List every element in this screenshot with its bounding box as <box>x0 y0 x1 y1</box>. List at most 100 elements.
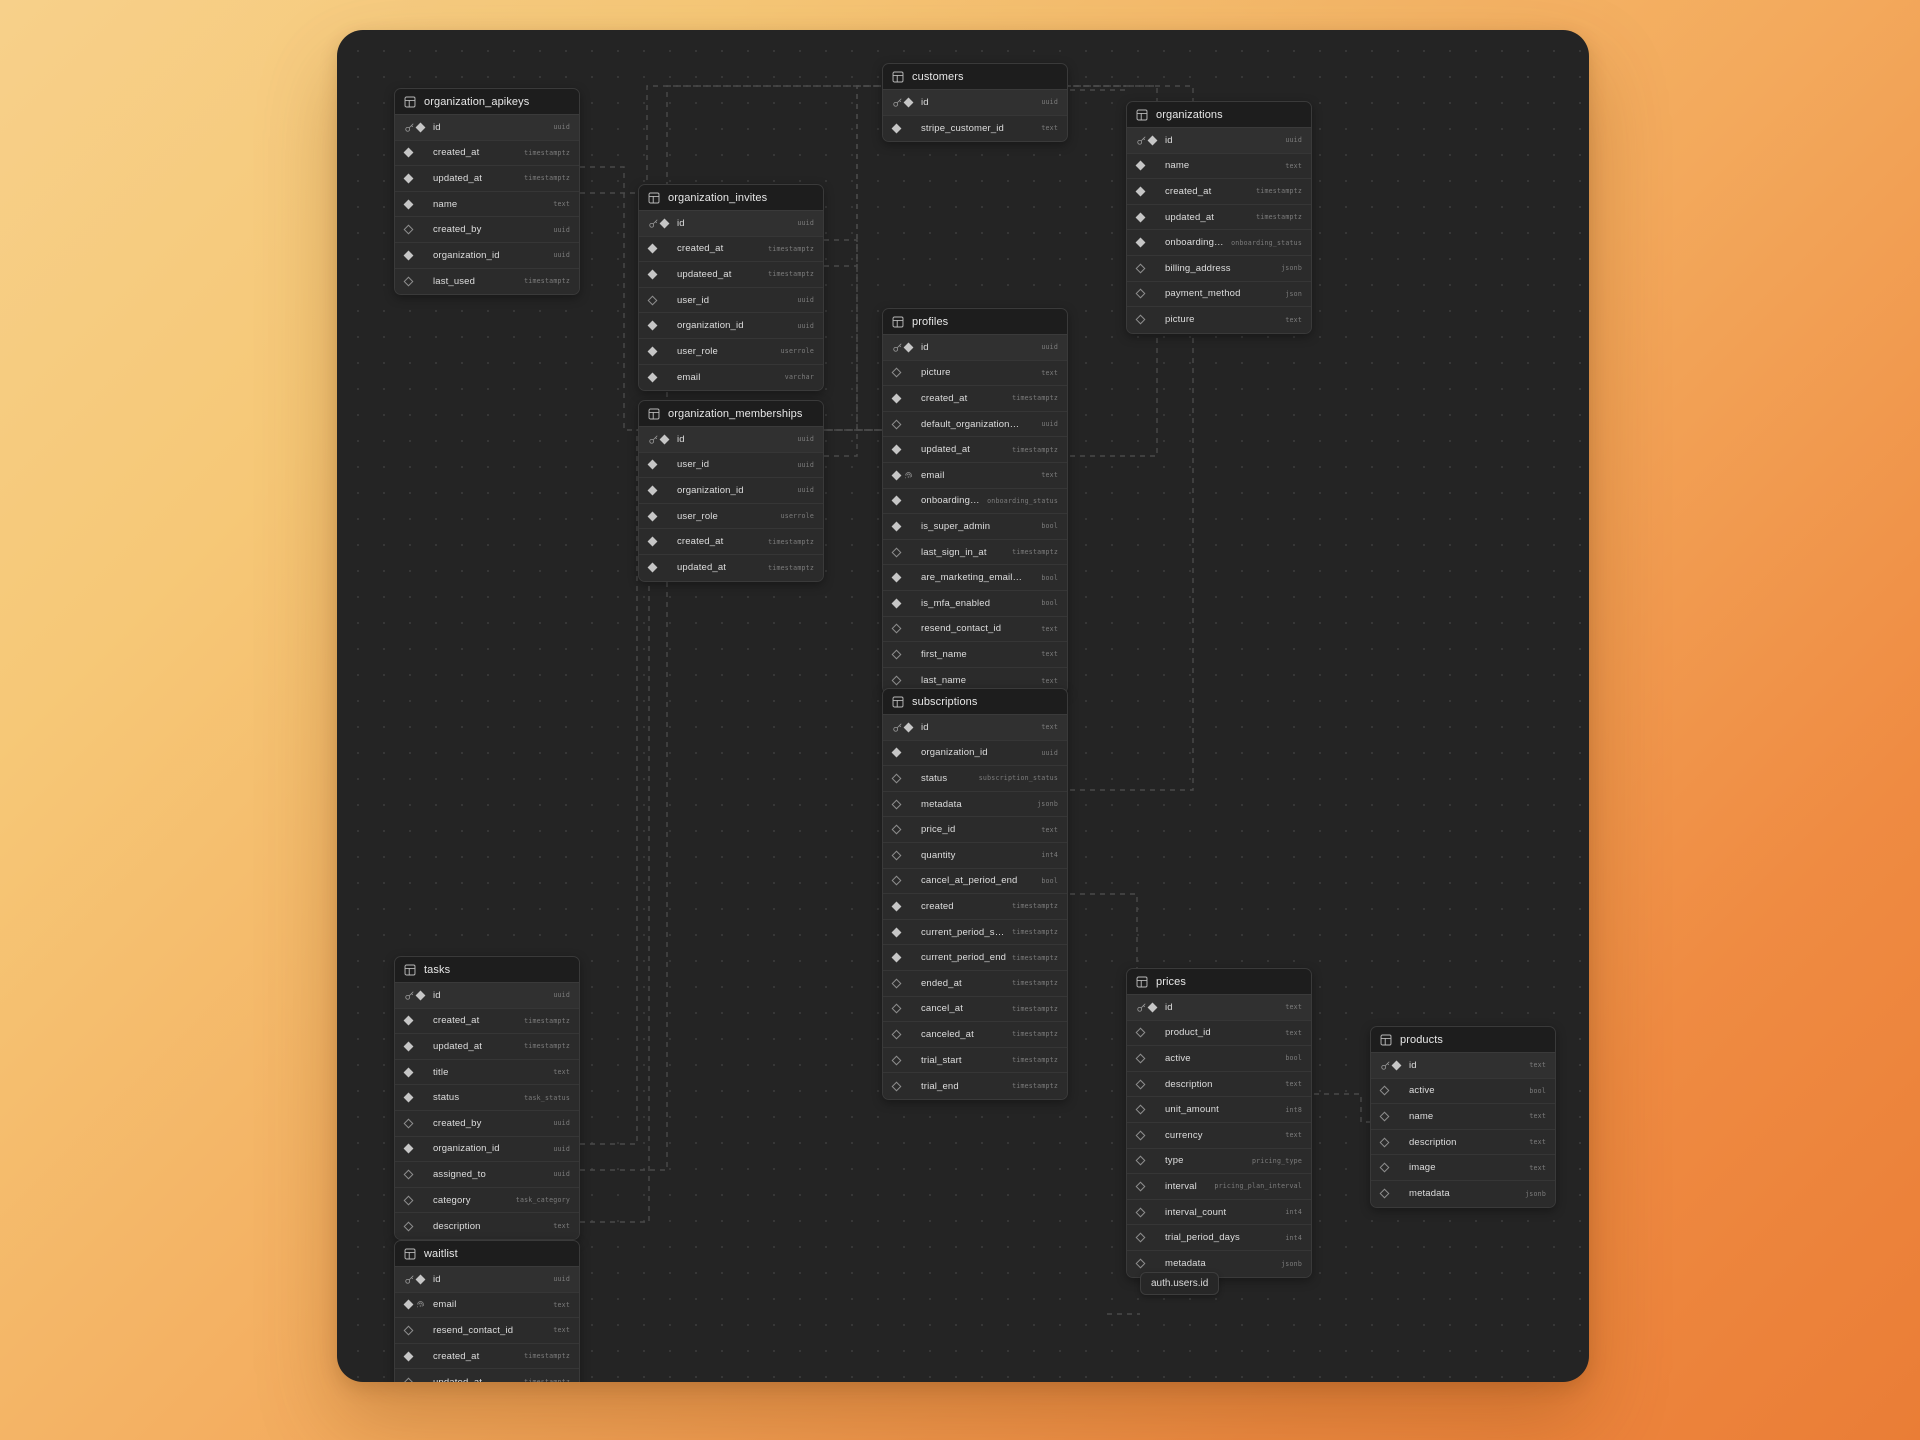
column-row[interactable]: are_marketing_email… bool <box>883 565 1067 591</box>
table-header[interactable]: prices <box>1127 969 1311 995</box>
table-card-organization_invites[interactable]: organization_invites id uuid created_at time… <box>638 184 824 392</box>
column-row[interactable]: unit_amount int8 <box>1127 1097 1311 1123</box>
column-row[interactable]: created_at timestamptz <box>395 1008 579 1035</box>
column-row[interactable]: created_at timestamptz <box>395 140 579 167</box>
column-row[interactable]: is_super_admin bool <box>883 514 1067 540</box>
column-row[interactable]: name text <box>395 191 579 218</box>
column-row[interactable]: id uuid <box>395 115 579 141</box>
column-row[interactable]: organization_id uuid <box>395 242 579 269</box>
table-header[interactable]: products <box>1371 1027 1555 1053</box>
column-row[interactable]: interval pricing_plan_interval <box>1127 1174 1311 1200</box>
column-row[interactable]: resend_contact_id text <box>883 616 1067 643</box>
column-row[interactable]: organization_id uuid <box>639 478 823 504</box>
column-row[interactable]: last_used timestamptz <box>395 268 579 295</box>
table-header[interactable]: organization_memberships <box>639 401 823 427</box>
table-header[interactable]: customers <box>883 64 1067 90</box>
column-row[interactable]: id uuid <box>395 1267 579 1293</box>
table-header[interactable]: profiles <box>883 309 1067 335</box>
column-row[interactable]: description text <box>1127 1071 1311 1098</box>
column-row[interactable]: email varchar <box>639 364 823 391</box>
column-row[interactable]: id uuid <box>1127 128 1311 154</box>
table-header[interactable]: waitlist <box>395 1241 579 1267</box>
table-card-products[interactable]: products id text active bool name text descript… <box>1370 1026 1556 1208</box>
column-row[interactable]: name text <box>1127 153 1311 180</box>
column-row[interactable]: assigned_to uuid <box>395 1162 579 1188</box>
column-row[interactable]: organization_id uuid <box>639 313 823 339</box>
column-row[interactable]: user_id uuid <box>639 287 823 314</box>
column-row[interactable]: default_organization… uuid <box>883 411 1067 438</box>
column-row[interactable]: product_id text <box>1127 1020 1311 1047</box>
table-card-prices[interactable]: prices id text product_id text active bool desc… <box>1126 968 1312 1278</box>
column-row[interactable]: quantity int4 <box>883 842 1067 869</box>
column-row[interactable]: user_id uuid <box>639 452 823 479</box>
column-row[interactable]: updated_attimestamptz <box>395 166 579 192</box>
column-row[interactable]: current_period_end timestamptz <box>883 945 1067 971</box>
column-row[interactable]: email text <box>883 462 1067 489</box>
column-row[interactable]: created_at timestamptz <box>883 386 1067 412</box>
column-row[interactable]: billing_address jsonb <box>1127 255 1311 282</box>
table-header[interactable]: organization_apikeys <box>395 89 579 115</box>
column-row[interactable]: metadata jsonb <box>883 791 1067 818</box>
column-row[interactable]: trial_start timestamptz <box>883 1047 1067 1074</box>
column-row[interactable]: email text <box>395 1292 579 1319</box>
column-row[interactable]: updated_attimestamptz <box>395 1034 579 1060</box>
column-row[interactable]: current_period_start timestamptz <box>883 919 1067 946</box>
external-ref-chip[interactable]: auth.users.id <box>1140 1272 1220 1295</box>
column-row[interactable]: created_at timestamptz <box>639 236 823 263</box>
table-card-profiles[interactable]: profiles id uuid picture text created_at times… <box>882 308 1068 695</box>
column-row[interactable]: type pricing_type <box>1127 1148 1311 1175</box>
column-row[interactable]: stripe_customer_id text <box>883 115 1067 142</box>
column-row[interactable]: trial_period_days int4 <box>1127 1225 1311 1251</box>
column-row[interactable]: status subscription_status <box>883 766 1067 792</box>
column-row[interactable]: created_at timestamptz <box>639 529 823 555</box>
column-row[interactable]: id uuid <box>639 427 823 453</box>
column-row[interactable]: id uuid <box>883 90 1067 116</box>
table-card-organization_memberships[interactable]: organization_memberships id uuid user_id uui… <box>638 400 824 582</box>
column-row[interactable]: updated_attimestamptz <box>883 437 1067 463</box>
column-row[interactable]: metadata jsonb <box>1371 1180 1555 1207</box>
column-row[interactable]: canceled_at timestamptz <box>883 1022 1067 1048</box>
column-row[interactable]: active bool <box>1127 1046 1311 1072</box>
table-header[interactable]: subscriptions <box>883 689 1067 715</box>
table-card-waitlist[interactable]: waitlist id uuid email text resend_contact_id… <box>394 1240 580 1382</box>
column-row[interactable]: updated_attimestamptz <box>1127 204 1311 231</box>
column-row[interactable]: created_by uuid <box>395 217 579 243</box>
column-row[interactable]: id text <box>1371 1053 1555 1079</box>
table-header[interactable]: organization_invites <box>639 185 823 211</box>
column-row[interactable]: updated_attimestamptz <box>395 1369 579 1382</box>
column-row[interactable]: onboarding_status onboarding_status <box>1127 230 1311 256</box>
column-row[interactable]: status task_status <box>395 1085 579 1111</box>
column-row[interactable]: interval_count int4 <box>1127 1199 1311 1226</box>
column-row[interactable]: id text <box>883 715 1067 741</box>
column-row[interactable]: resend_contact_id text <box>395 1318 579 1344</box>
column-row[interactable]: description text <box>1371 1129 1555 1156</box>
column-row[interactable]: created timestamptz <box>883 894 1067 920</box>
column-row[interactable]: picture text <box>1127 307 1311 333</box>
column-row[interactable]: last_sign_in_at timestamptz <box>883 539 1067 566</box>
column-row[interactable]: id uuid <box>639 211 823 237</box>
column-row[interactable]: ended_at timestamptz <box>883 970 1067 997</box>
table-header[interactable]: organizations <box>1127 102 1311 128</box>
column-row[interactable]: picture text <box>883 360 1067 387</box>
column-row[interactable]: payment_method json <box>1127 281 1311 308</box>
column-row[interactable]: updated_attimestamptz <box>639 554 823 581</box>
column-row[interactable]: cancel_at_period_end bool <box>883 868 1067 895</box>
column-row[interactable]: category task_category <box>395 1187 579 1214</box>
column-row[interactable]: updateed_at timestamptz <box>639 262 823 288</box>
table-card-customers[interactable]: customers id uuid stripe_customer_id text <box>882 63 1068 143</box>
column-row[interactable]: first_name text <box>883 642 1067 668</box>
table-card-subscriptions[interactable]: subscriptions id text organization_id uuid st… <box>882 688 1068 1100</box>
table-card-organizations[interactable]: organizations id uuid name text created_at tim… <box>1126 101 1312 334</box>
column-row[interactable]: title text <box>395 1059 579 1086</box>
column-row[interactable]: id uuid <box>395 983 579 1009</box>
column-row[interactable]: currency text <box>1127 1122 1311 1149</box>
column-row[interactable]: id uuid <box>883 335 1067 361</box>
table-card-organization_apikeys[interactable]: organization_apikeys id uuid created_at time… <box>394 88 580 296</box>
column-row[interactable]: image text <box>1371 1155 1555 1181</box>
column-row[interactable]: created_at timestamptz <box>1127 179 1311 205</box>
schema-canvas[interactable]: organization_apikeys id uuid created_at time… <box>337 30 1589 1382</box>
column-row[interactable]: created_at timestamptz <box>395 1343 579 1370</box>
column-row[interactable]: is_mfa_enabled bool <box>883 590 1067 617</box>
column-row[interactable]: user_role userrole <box>639 503 823 530</box>
column-row[interactable]: active bool <box>1371 1078 1555 1105</box>
